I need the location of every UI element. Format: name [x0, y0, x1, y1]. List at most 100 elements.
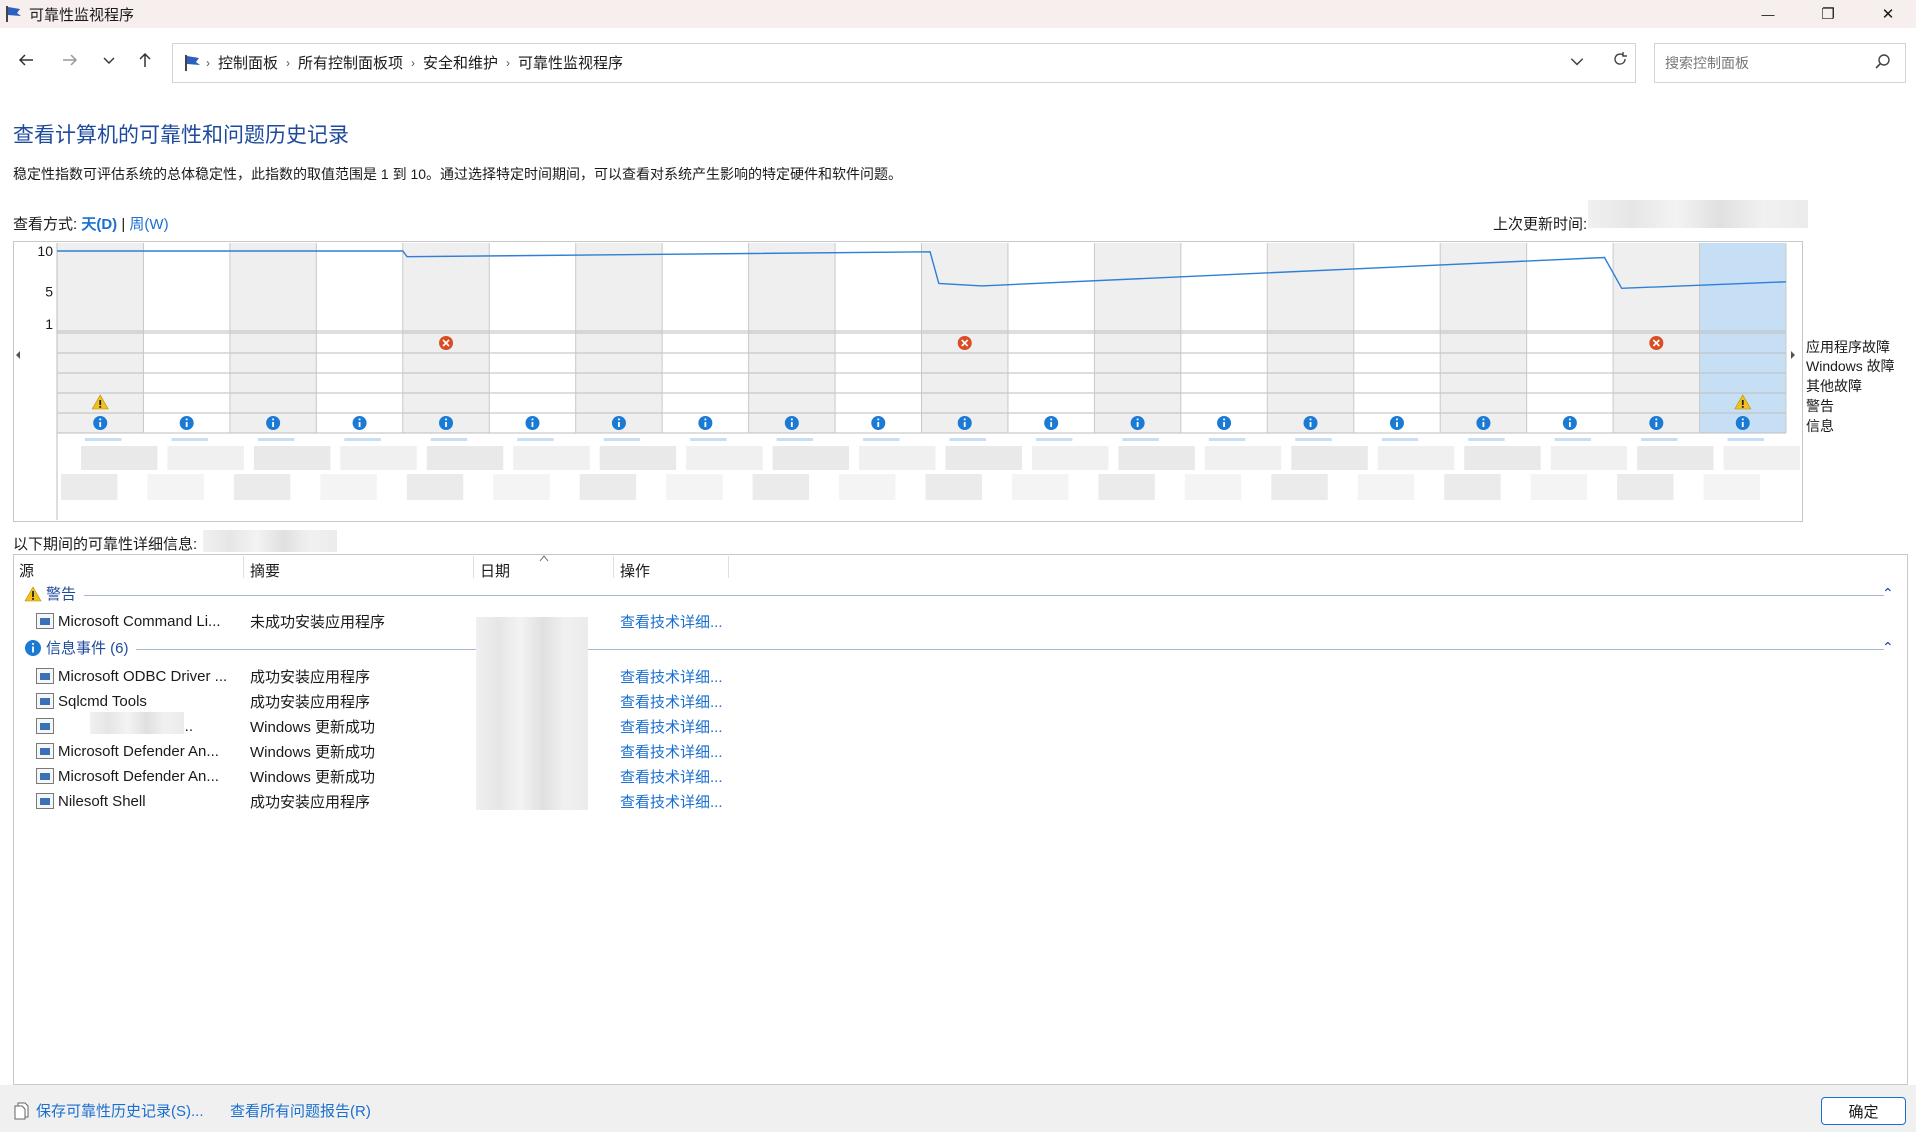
chart-day-column[interactable] — [1094, 243, 1181, 433]
info-icon-bar — [185, 422, 188, 427]
collapse-group-icon[interactable]: ⌃ — [1882, 639, 1894, 656]
view-day-link[interactable]: 天(D) — [81, 216, 117, 233]
chart-day-column[interactable] — [575, 243, 663, 433]
ok-button[interactable]: 确定 — [1821, 1097, 1906, 1125]
date-label-redacted — [406, 474, 464, 500]
title-bar — [0, 0, 1916, 28]
date-tick-marker — [1641, 438, 1678, 441]
column-header-date[interactable]: 日期 — [480, 560, 510, 581]
scroll-right-icon[interactable] — [1791, 351, 1795, 359]
last-updated-label: 上次更新时间: — [1493, 216, 1588, 233]
chart-day-column[interactable] — [1180, 243, 1268, 433]
forward-button[interactable] — [56, 48, 84, 72]
info-icon-bar — [1655, 422, 1658, 427]
date-label-redacted — [1530, 474, 1588, 500]
date-label-redacted — [513, 446, 590, 470]
chart-day-column[interactable] — [489, 243, 576, 433]
event-row[interactable]: Microsoft ODBC Driver ... 成功安装应用程序 查看技术详细.… — [36, 664, 723, 688]
date-label-redacted — [1703, 474, 1760, 500]
chart-day-column[interactable] — [835, 243, 922, 433]
breadcrumb-item[interactable]: 所有控制面板项 — [290, 52, 411, 73]
warning-icon — [24, 585, 42, 601]
chart-day-column[interactable] — [1353, 243, 1441, 433]
scroll-left-icon[interactable] — [16, 351, 20, 359]
group-divider — [84, 595, 1884, 596]
maximize-button[interactable]: ❐ — [1798, 0, 1858, 28]
recent-locations-button[interactable] — [95, 48, 123, 72]
chart-day-column[interactable] — [316, 243, 403, 433]
view-technical-details-link[interactable]: 查看技术详细... — [620, 716, 723, 737]
info-icon-bar — [1223, 422, 1225, 427]
chart-day-column[interactable] — [1007, 243, 1095, 433]
close-button[interactable]: ✕ — [1858, 0, 1916, 28]
search-icon[interactable] — [1874, 53, 1892, 71]
chart-day-column[interactable] — [662, 243, 749, 433]
view-technical-details-link[interactable]: 查看技术详细... — [620, 691, 723, 712]
view-technical-details-link[interactable]: 查看技术详细... — [620, 766, 723, 787]
chevron-down-icon — [103, 57, 115, 64]
date-label-redacted — [1291, 446, 1368, 470]
view-technical-details-link[interactable]: 查看技术详细... — [620, 666, 723, 687]
group-title: 信息事件 (6) — [46, 640, 129, 657]
info-icon-bar — [99, 422, 102, 427]
column-divider[interactable] — [728, 556, 729, 578]
back-button[interactable] — [12, 48, 40, 72]
group-header-warnings[interactable]: 警告 — [24, 583, 76, 604]
column-header-summary[interactable]: 摘要 — [250, 560, 280, 581]
date-label-redacted — [81, 446, 158, 470]
column-divider[interactable] — [473, 556, 474, 578]
address-dropdown-icon[interactable] — [1569, 53, 1585, 69]
chart-day-column[interactable] — [1440, 243, 1527, 433]
chart-day-column[interactable] — [1526, 243, 1614, 433]
breadcrumb-item[interactable]: 安全和维护 — [415, 52, 506, 73]
view-technical-details-link[interactable]: 查看技术详细... — [620, 791, 723, 812]
view-week-link[interactable]: 周(W) — [129, 216, 168, 233]
event-source: Microsoft Command Li... — [58, 612, 221, 630]
chart-day-column[interactable] — [229, 243, 317, 433]
info-icon-bar — [1568, 422, 1571, 427]
last-updated-value-redacted — [1588, 200, 1808, 228]
column-divider[interactable] — [613, 556, 614, 578]
save-history-link[interactable]: 保存可靠性历史记录(S)... — [14, 1100, 204, 1121]
event-row[interactable]: Microsoft Defender An... Windows 更新成功 查看技术… — [36, 739, 723, 763]
group-header-info[interactable]: 信息事件 (6) — [24, 637, 129, 658]
column-header-source[interactable]: 源 — [19, 560, 34, 581]
collapse-group-icon[interactable]: ⌃ — [1882, 585, 1894, 602]
legend-item: 信息 — [1806, 418, 1834, 434]
warning-icon-mark — [99, 400, 102, 405]
date-label-redacted — [859, 446, 936, 470]
date-label-redacted — [772, 446, 850, 470]
application-icon — [36, 668, 54, 684]
up-button[interactable] — [131, 48, 159, 72]
info-icon-dot — [358, 418, 361, 421]
date-tick-marker — [690, 438, 727, 441]
application-icon — [36, 613, 54, 629]
breadcrumb-item[interactable]: 控制面板 — [210, 52, 286, 73]
breadcrumb-item[interactable]: 可靠性监视程序 — [510, 52, 631, 73]
event-row[interactable]: Microsoft Command Li... 未成功安装应用程序 查看技术详细..… — [36, 609, 723, 633]
column-divider[interactable] — [243, 556, 244, 578]
column-header-action[interactable]: 操作 — [620, 560, 650, 581]
date-tick-marker — [1381, 438, 1419, 441]
view-technical-details-link[interactable]: 查看技术详细... — [620, 741, 723, 762]
event-row[interactable]: Sqlcmd Tools 成功安装应用程序 查看技术详细... — [36, 689, 723, 713]
info-icon-bar — [1050, 422, 1053, 427]
event-row[interactable]: Nilesoft Shell 成功安装应用程序 查看技术详细... — [36, 789, 723, 813]
info-icon-bar — [1396, 422, 1398, 427]
view-technical-details-link[interactable]: 查看技术详细... — [620, 611, 723, 632]
refresh-icon[interactable] — [1611, 50, 1629, 68]
minimize-button[interactable]: — — [1738, 0, 1798, 28]
y-tick-label: 1 — [45, 316, 53, 332]
save-history-label[interactable]: 保存可靠性历史记录(S)... — [36, 1100, 204, 1121]
info-icon-bar — [1309, 422, 1312, 427]
reliability-chart-svg[interactable]: 10 5 1 — [13, 241, 1803, 522]
view-mode-label: 查看方式: — [13, 216, 78, 233]
info-icon-dot — [185, 418, 188, 421]
chart-day-column[interactable] — [143, 243, 230, 433]
search-input[interactable]: 搜索控制面板 — [1665, 53, 1749, 73]
info-icon-dot — [1136, 418, 1139, 421]
view-all-reports-link[interactable]: 查看所有问题报告(R) — [230, 1100, 371, 1121]
chart-day-column[interactable] — [748, 243, 836, 433]
event-row[interactable]: Microsoft Defender An... Windows 更新成功 查看技术… — [36, 764, 723, 788]
warning-icon-dot — [99, 406, 102, 408]
